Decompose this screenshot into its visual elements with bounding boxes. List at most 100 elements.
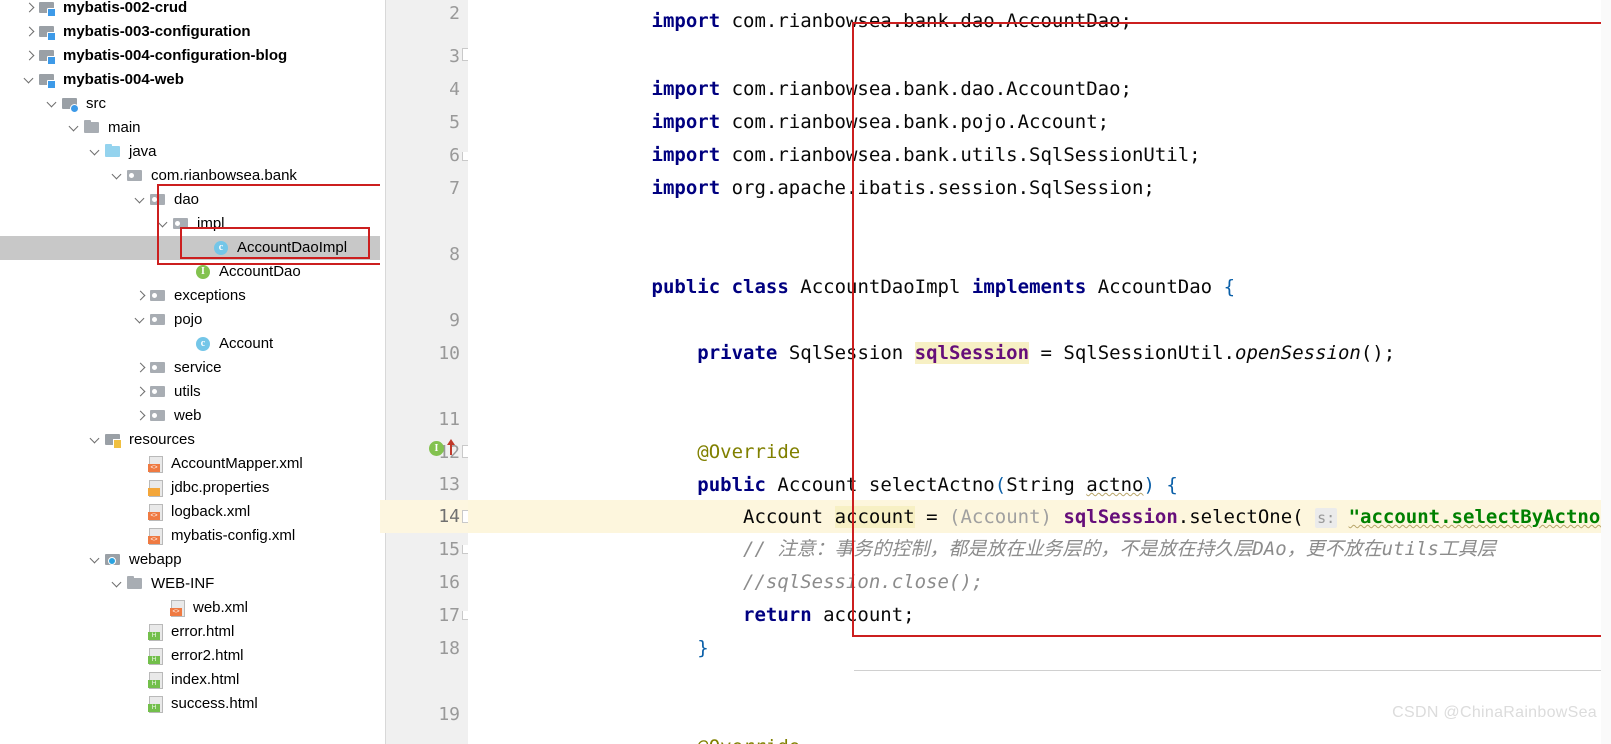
gutter-edge <box>380 0 386 744</box>
chevron-right-icon[interactable] <box>133 404 149 428</box>
html-file-icon: H <box>146 668 166 692</box>
code-editor[interactable]: 2 3 4 5 6 7 8 9 10 11 12 13 14 15 16 17 … <box>380 0 1611 744</box>
overriding-method-arrow-icon[interactable] <box>446 437 456 455</box>
code-token-text: SqlSessionUtil. <box>1063 342 1235 364</box>
code-line-9[interactable]: private SqlSession sqlSession = SqlSessi… <box>560 304 1611 337</box>
tree-item-mybatis-config-xml[interactable]: <>mybatis-config.xml <box>0 524 380 548</box>
chevron-right-icon[interactable] <box>22 20 38 44</box>
file-type-tag: <> <box>148 536 160 544</box>
code-line-5[interactable]: import com.rianbowsea.bank.utils.SqlSess… <box>560 106 1611 139</box>
tree-item-exceptions[interactable]: exceptions <box>0 284 380 308</box>
chevron-down-icon[interactable] <box>110 164 126 188</box>
line-number: 18 <box>414 632 460 665</box>
code-token-brace: } <box>697 637 708 659</box>
code-token-static-method: openSession <box>1235 342 1361 364</box>
code-line-13[interactable]: Account account = (Account) sqlSession.s… <box>560 468 1611 501</box>
tree-item-accountmapper-xml[interactable]: <>AccountMapper.xml <box>0 452 380 476</box>
tree-item-impl[interactable]: impl <box>0 212 380 236</box>
code-line-17[interactable]: } <box>560 599 1611 632</box>
module-icon <box>38 20 58 44</box>
tree-item-mybatis-004-configuration-blog[interactable]: mybatis-004-configuration-blog <box>0 44 380 68</box>
code-line-12[interactable]: public Account selectActno(String actno)… <box>560 436 1611 469</box>
chevron-down-icon[interactable] <box>22 68 38 92</box>
tree-item-dao[interactable]: dao <box>0 188 380 212</box>
tree-item-logback-xml[interactable]: <>logback.xml <box>0 500 380 524</box>
tree-item-account[interactable]: Account <box>0 332 380 356</box>
line-number: 2 <box>414 0 460 30</box>
chevron-down-icon[interactable] <box>67 116 83 140</box>
tree-item-java[interactable]: java <box>0 140 380 164</box>
tree-item-success-html[interactable]: Hsuccess.html <box>0 692 380 716</box>
tree-item-label: web.xml <box>191 596 248 620</box>
tree-item-main[interactable]: main <box>0 116 380 140</box>
tree-spacer <box>152 596 168 620</box>
chevron-right-icon[interactable] <box>133 356 149 380</box>
code-token-operator: = <box>1041 342 1052 364</box>
folder-icon <box>83 116 103 140</box>
tree-item-mybatis-002-crud[interactable]: mybatis-002-crud <box>0 0 380 20</box>
chevron-down-icon[interactable] <box>88 548 104 572</box>
tree-item-error-html[interactable]: Herror.html <box>0 620 380 644</box>
code-line-1[interactable]: import com.rianbowsea.bank.dao.AccountDa… <box>560 0 1611 5</box>
java-class-icon <box>212 236 232 260</box>
tree-item-accountdao[interactable]: AccountDao <box>0 260 380 284</box>
chevron-right-icon[interactable] <box>22 44 38 68</box>
tree-item-resources[interactable]: resources <box>0 428 380 452</box>
tree-item-pojo[interactable]: pojo <box>0 308 380 332</box>
watermark: CSDN @ChinaRainbowSea <box>1392 704 1597 722</box>
xml-file-icon: <> <box>146 524 166 548</box>
tree-item-label: com.rianbowsea.bank <box>149 164 297 188</box>
tree-item-mybatis-003-configuration[interactable]: mybatis-003-configuration <box>0 20 380 44</box>
tree-item-mybatis-004-web[interactable]: mybatis-004-web <box>0 68 380 92</box>
tree-item-web-xml[interactable]: <>web.xml <box>0 596 380 620</box>
chevron-down-icon[interactable] <box>88 428 104 452</box>
code-token-annotation: @Override <box>697 736 800 744</box>
chevron-down-icon[interactable] <box>133 308 149 332</box>
file-type-tag: H <box>148 704 160 712</box>
chevron-right-icon[interactable] <box>133 284 149 308</box>
chevron-down-icon[interactable] <box>88 140 104 164</box>
tree-item-service[interactable]: service <box>0 356 380 380</box>
line-number: 4 <box>414 73 460 106</box>
tree-item-webapp[interactable]: webapp <box>0 548 380 572</box>
editor-scrollbar[interactable] <box>1601 0 1611 744</box>
code-line-4[interactable]: import com.rianbowsea.bank.pojo.Account; <box>560 73 1611 106</box>
line-number: 3 <box>414 40 460 73</box>
line-number: 17 <box>414 599 460 632</box>
ide-screenshot: mybatis-002-crudmybatis-003-configuratio… <box>0 0 1611 744</box>
tree-item-error2-html[interactable]: Herror2.html <box>0 644 380 668</box>
tree-item-label: mybatis-003-configuration <box>61 20 251 44</box>
tree-item-web[interactable]: web <box>0 404 380 428</box>
implements-marker-icon[interactable]: I <box>429 441 444 456</box>
code-line-11[interactable]: @Override <box>560 403 1611 436</box>
tree-item-com-rianbowsea-bank[interactable]: com.rianbowsea.bank <box>0 164 380 188</box>
tree-item-label: main <box>106 116 141 140</box>
tree-item-src[interactable]: src <box>0 92 380 116</box>
code-token-keyword: import <box>652 177 721 199</box>
tree-item-label: service <box>172 356 222 380</box>
tree-item-label: Account <box>217 332 273 356</box>
code-line-3[interactable]: import com.rianbowsea.bank.dao.AccountDa… <box>560 40 1611 73</box>
module-icon <box>38 68 58 92</box>
project-tree-panel[interactable]: mybatis-002-crudmybatis-003-configuratio… <box>0 0 380 744</box>
chevron-right-icon[interactable] <box>133 380 149 404</box>
tree-item-web-inf[interactable]: WEB-INF <box>0 572 380 596</box>
code-line-15[interactable]: //sqlSession.close(); <box>560 533 1611 566</box>
code-line-14[interactable]: // 注意：事务的控制，都是放在业务层的，不是放在持久层DAo，更不放在util… <box>560 500 1611 533</box>
chevron-down-icon[interactable] <box>45 92 61 116</box>
chevron-down-icon[interactable] <box>156 212 172 236</box>
code-line-16[interactable]: return account; <box>560 566 1611 599</box>
chevron-down-icon[interactable] <box>133 188 149 212</box>
java-class-icon <box>194 332 214 356</box>
chevron-right-icon[interactable] <box>22 0 38 20</box>
package-icon <box>149 284 169 308</box>
code-line-8[interactable]: public class AccountDaoImpl implements A… <box>560 238 1611 271</box>
tree-item-jdbc-properties[interactable]: jdbc.properties <box>0 476 380 500</box>
code-line-6[interactable]: import org.apache.ibatis.session.SqlSess… <box>560 139 1611 172</box>
tree-item-accountdaoimpl[interactable]: AccountDaoImpl <box>0 236 380 260</box>
tree-item-utils[interactable]: utils <box>0 380 380 404</box>
code-token-keyword: implements <box>972 276 1086 298</box>
tree-item-index-html[interactable]: Hindex.html <box>0 668 380 692</box>
code-text-area[interactable]: import com.rianbowsea.bank.dao.AccountDa… <box>468 0 1611 744</box>
chevron-down-icon[interactable] <box>110 572 126 596</box>
